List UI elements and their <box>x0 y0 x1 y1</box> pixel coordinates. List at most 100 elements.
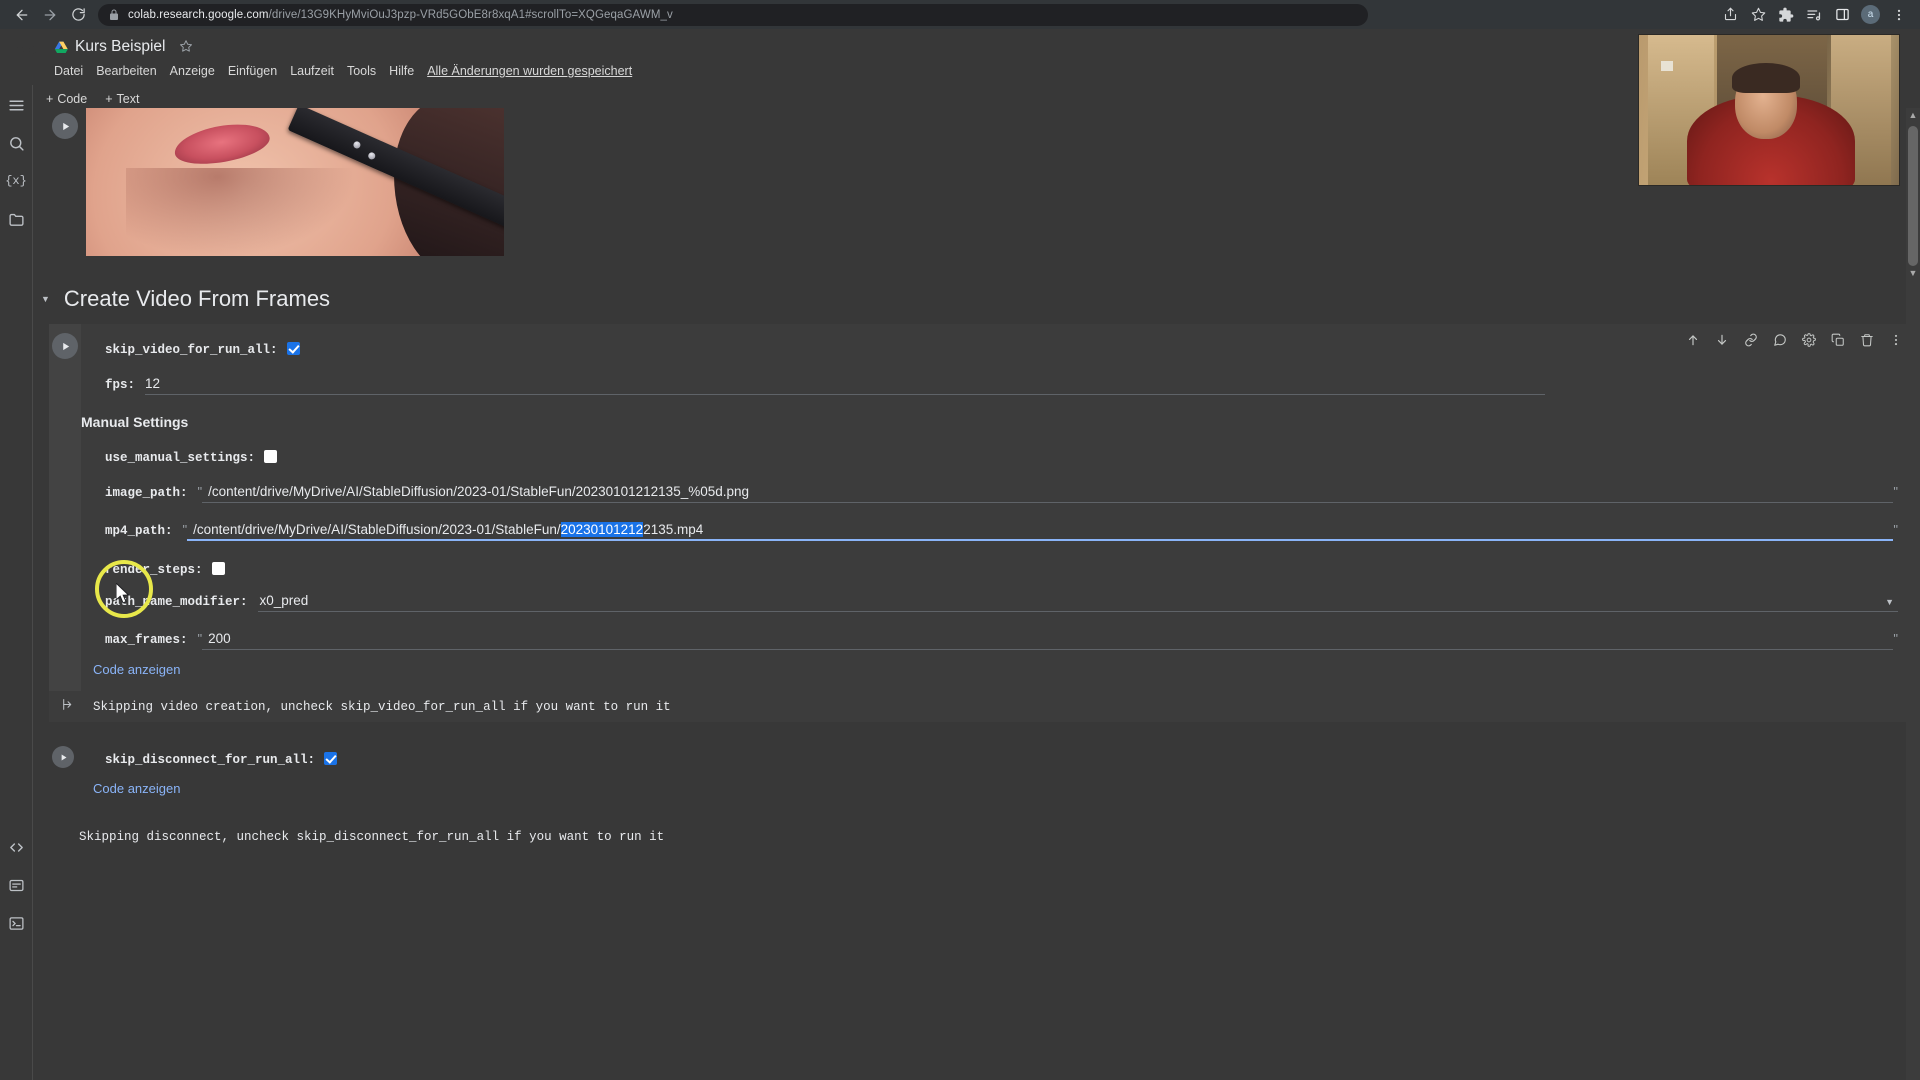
fps-input[interactable]: 12 <box>145 376 1546 395</box>
notebook-body: ▼ Create Video From Frames skip_video_fo… <box>33 108 1920 1080</box>
image-output-cell <box>33 108 1920 256</box>
scroll-down-arrow[interactable]: ▼ <box>1906 266 1920 280</box>
form-cell: skip_video_for_run_all: fps: 12 Manual S… <box>49 324 1920 691</box>
side-panel-icon[interactable] <box>1829 3 1855 27</box>
menu-item-hilfe[interactable]: Hilfe <box>389 64 414 78</box>
left-sidebar-rail: {x} <box>0 85 33 1080</box>
form-cell-2: skip_disconnect_for_run_all: Code anzeig… <box>49 740 1920 806</box>
cell-output: Skipping video creation, uncheck skip_vi… <box>49 691 1920 722</box>
browser-action-icons: a <box>1717 3 1912 27</box>
notebook-scrollbar[interactable]: ▲ ▼ <box>1906 108 1920 1080</box>
field-label: image_path: <box>105 486 188 500</box>
field-skip-disconnect-for-run-all: skip_disconnect_for_run_all: <box>93 750 1920 767</box>
field-label: fps: <box>105 378 136 392</box>
add-code-cell-button[interactable]: + Code <box>46 92 87 106</box>
mp4-path-text-before: /content/drive/MyDrive/AI/StableDiffusio… <box>193 522 561 537</box>
image-path-input[interactable]: /content/drive/MyDrive/AI/StableDiffusio… <box>202 484 1894 503</box>
chevron-down-icon[interactable]: ▼ <box>1885 597 1894 607</box>
section-title: Create Video From Frames <box>63 286 331 311</box>
field-path-name-modifier: path_name_modifier: x0_pred ▼ <box>93 593 1920 612</box>
triangle-collapse-icon[interactable]: ▼ <box>41 294 50 304</box>
show-code-link-2[interactable]: Code anzeigen <box>93 781 1920 796</box>
add-text-label: Text <box>116 91 140 106</box>
field-label: use_manual_settings: <box>105 451 256 465</box>
plus-icon: + <box>46 91 54 106</box>
render-steps-checkbox[interactable] <box>211 562 225 575</box>
menu-item-einfuegen[interactable]: Einfügen <box>228 64 277 78</box>
field-use-manual-settings: use_manual_settings: <box>93 448 1920 465</box>
notebook-title[interactable]: Kurs Beispiel <box>75 38 165 56</box>
browser-toolbar: colab.research.google.com/drive/13G9KHyM… <box>0 0 1920 29</box>
add-text-cell-button[interactable]: + Text <box>105 92 139 106</box>
menu-item-anzeige[interactable]: Anzeige <box>170 64 215 78</box>
plus-icon: + <box>105 91 113 106</box>
field-fps: fps: 12 <box>93 376 1920 395</box>
mp4-path-text-after: 2135.mp4 <box>643 522 704 537</box>
reload-icon[interactable] <box>64 3 92 27</box>
run-cell-icon[interactable] <box>52 746 74 768</box>
url-path: /drive/13G9KHyMviOuJ3pzp-VRd5GObE8r8xqA1… <box>268 8 673 21</box>
cell-gutter <box>49 324 81 691</box>
field-skip-video-for-run-all: skip_video_for_run_all: <box>93 340 1920 357</box>
field-image-path: image_path: " /content/drive/MyDrive/AI/… <box>93 484 1920 503</box>
webcam-overlay <box>1638 34 1900 186</box>
colab-header: Kurs Beispiel Datei Bearbeiten Anzeige E… <box>0 29 1920 85</box>
scroll-thumb[interactable] <box>1908 126 1918 266</box>
star-icon[interactable] <box>179 39 193 56</box>
section-heading: ▼ Create Video From Frames <box>33 256 1920 324</box>
show-code-link[interactable]: Code anzeigen <box>93 662 1920 677</box>
search-icon[interactable] <box>6 133 26 153</box>
max-frames-input[interactable]: 200 <box>202 631 1894 650</box>
scroll-up-arrow[interactable]: ▲ <box>1906 108 1920 122</box>
field-label: skip_video_for_run_all: <box>105 343 278 357</box>
terminal-icon[interactable] <box>6 913 26 933</box>
close-quote: " <box>1893 522 1898 537</box>
notebook-title-row: Kurs Beispiel <box>54 34 632 60</box>
colab-menubar: Datei Bearbeiten Anzeige Einfügen Laufze… <box>54 60 632 82</box>
colab-logo[interactable] <box>0 29 54 61</box>
share-icon[interactable] <box>1717 3 1743 27</box>
field-render-steps: render_steps: <box>93 560 1920 577</box>
url-host: colab.research.google.com <box>128 8 269 21</box>
extensions-puzzle-icon[interactable] <box>1773 3 1799 27</box>
colab-logo-icon <box>12 42 37 58</box>
mp4-path-input[interactable]: /content/drive/MyDrive/AI/StableDiffusio… <box>187 522 1894 541</box>
field-max-frames: max_frames: " 200 " <box>93 631 1920 650</box>
code-snippets-icon[interactable] <box>6 837 26 857</box>
menu-item-datei[interactable]: Datei <box>54 64 83 78</box>
files-folder-icon[interactable] <box>6 209 26 229</box>
back-arrow-icon[interactable] <box>8 3 36 27</box>
profile-avatar[interactable]: a <box>1861 5 1880 24</box>
save-status[interactable]: Alle Änderungen wurden gespeichert <box>427 64 632 78</box>
skip-video-checkbox[interactable] <box>286 342 300 355</box>
field-label: max_frames: <box>105 633 188 647</box>
menu-item-tools[interactable]: Tools <box>347 64 376 78</box>
bookmark-star-icon[interactable] <box>1745 3 1771 27</box>
output-arrow-icon <box>61 698 75 715</box>
google-drive-icon <box>54 41 68 53</box>
variables-icon[interactable]: {x} <box>5 171 27 191</box>
mouse-cursor <box>115 581 132 610</box>
command-palette-icon[interactable] <box>6 875 26 895</box>
cell-output-2: Skipping disconnect, uncheck skip_discon… <box>79 830 665 844</box>
path-name-modifier-select[interactable]: x0_pred ▼ <box>257 593 1898 612</box>
reading-list-icon[interactable] <box>1801 3 1827 27</box>
add-code-label: Code <box>57 91 88 106</box>
menu-item-laufzeit[interactable]: Laufzeit <box>290 64 334 78</box>
url-text: colab.research.google.com/drive/13G9KHyM… <box>128 9 673 21</box>
close-quote: " <box>1893 484 1898 499</box>
close-quote: " <box>1893 631 1898 646</box>
lock-icon <box>110 9 118 20</box>
run-cell-icon[interactable] <box>52 333 78 359</box>
skip-disconnect-checkbox[interactable] <box>324 752 338 765</box>
forward-arrow-icon[interactable] <box>36 3 64 27</box>
menu-item-bearbeiten[interactable]: Bearbeiten <box>96 64 156 78</box>
three-dot-menu-icon[interactable] <box>1886 3 1912 27</box>
form-fields-2: skip_disconnect_for_run_all: Code anzeig… <box>49 740 1920 806</box>
use-manual-settings-checkbox[interactable] <box>264 450 278 463</box>
run-cell-icon[interactable] <box>52 113 78 139</box>
address-bar[interactable]: colab.research.google.com/drive/13G9KHyM… <box>98 3 1368 26</box>
field-label: skip_disconnect_for_run_all: <box>105 753 316 767</box>
generated-image-preview <box>86 108 504 256</box>
table-of-contents-icon[interactable] <box>6 95 26 115</box>
